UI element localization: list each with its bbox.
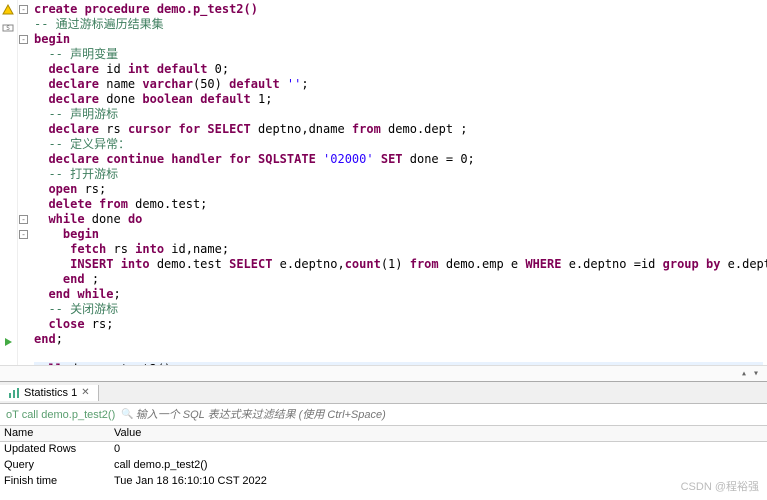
code-line[interactable]: end while; [34,287,763,302]
filter-input[interactable] [134,407,767,423]
cell-name: Updated Rows [0,442,110,458]
code-line[interactable]: begin [34,32,763,47]
cell-value: 0 [110,442,767,458]
code-line[interactable] [34,347,763,362]
code-line[interactable]: close rs; [34,317,763,332]
code-line[interactable]: declare rs cursor for SELECT deptno,dnam… [34,122,763,137]
code-line[interactable]: -- 定义异常： [34,137,763,152]
tab-statistics[interactable]: Statistics 1 ✕ [0,385,99,401]
code-line[interactable]: fetch rs into id,name; [34,242,763,257]
code-line[interactable]: -- 通过游标遍历结果集 [34,17,763,32]
close-icon[interactable]: ✕ [81,387,89,398]
code-line[interactable]: -- 关闭游标 [34,302,763,317]
code-line[interactable]: declare done boolean default 1; [34,92,763,107]
results-panel: Statistics 1 ✕ oT call demo.p_test2() 🔍 … [0,381,767,490]
code-line[interactable]: -- 声明变量 [34,47,763,62]
code-line[interactable]: -- 声明游标 [34,107,763,122]
cell-value: call demo.p_test2() [110,458,767,474]
code-line[interactable]: open rs; [34,182,763,197]
chevron-up-icon[interactable]: ▴ ▾ [741,368,759,379]
code-line[interactable]: delete from demo.test; [34,197,763,212]
left-gutter: S [0,0,18,365]
fold-gutter: - - - - [18,0,30,365]
code-line[interactable]: create procedure demo.p_test2() [34,2,763,17]
table-row[interactable]: Querycall demo.p_test2() [0,458,767,474]
grid-header-row: Name Value [0,426,767,442]
code-area[interactable]: create procedure demo.p_test2()-- 通过游标遍历… [30,0,767,365]
editor-area: S ---- create procedure demo.p_test2()--… [0,0,767,365]
warning-icon[interactable] [0,2,16,18]
panel-collapse-bar[interactable]: ▴ ▾ [0,365,767,381]
fold-toggle[interactable]: - [19,35,28,44]
code-line[interactable]: declare continue handler for SQLSTATE '0… [34,152,763,167]
code-line[interactable]: call demo.p_test2(); [34,362,763,365]
statistics-icon [8,387,20,399]
table-row[interactable]: Updated Rows0 [0,442,767,458]
code-line[interactable]: declare id int default 0; [34,62,763,77]
fold-toggle[interactable]: - [19,230,28,239]
search-icon: 🔍 [121,409,133,420]
code-line[interactable]: INSERT into demo.test SELECT e.deptno,co… [34,257,763,272]
filter-bar: oT call demo.p_test2() 🔍 [0,404,767,426]
fold-toggle[interactable]: - [19,215,28,224]
code-line[interactable]: declare name varchar(50) default ''; [34,77,763,92]
watermark: CSDN @程裕强 [681,478,759,494]
col-header-value[interactable]: Value [110,426,767,441]
cell-value: Tue Jan 18 16:10:10 CST 2022 [110,474,767,490]
fold-toggle[interactable]: - [19,5,28,14]
cell-name: Finish time [0,474,110,490]
results-tab-bar: Statistics 1 ✕ [0,382,767,404]
exec-icon[interactable] [0,334,16,350]
sql-icon[interactable]: S [0,20,16,36]
col-header-name[interactable]: Name [0,426,110,441]
svg-text:S: S [6,25,10,32]
table-row[interactable]: Finish timeTue Jan 18 16:10:10 CST 2022 [0,474,767,490]
code-line[interactable]: end ; [34,272,763,287]
cell-name: Query [0,458,110,474]
results-grid: Name Value Updated Rows0Querycall demo.p… [0,426,767,490]
code-line[interactable]: -- 打开游标 [34,167,763,182]
code-line[interactable]: begin [34,227,763,242]
code-line[interactable]: end; [34,332,763,347]
filter-context-label: oT call demo.p_test2() [0,409,121,421]
code-line[interactable]: while done do [34,212,763,227]
tab-label: Statistics 1 [24,387,77,399]
